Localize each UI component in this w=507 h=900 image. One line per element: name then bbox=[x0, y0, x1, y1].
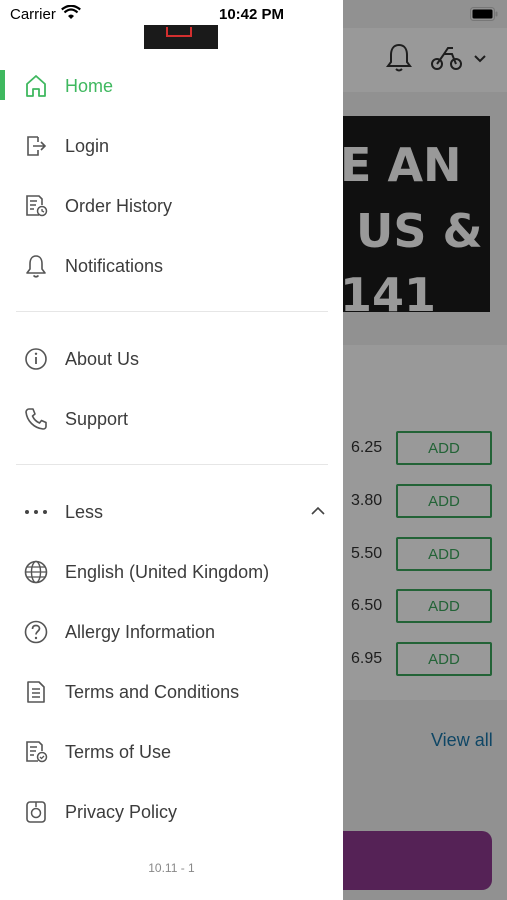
app-version: 10.11 - 1 bbox=[148, 861, 195, 875]
home-icon bbox=[22, 72, 50, 100]
menu-item-label: Home bbox=[65, 76, 114, 96]
menu-item-label: Privacy Policy bbox=[65, 802, 178, 822]
logo-mark-icon bbox=[166, 27, 192, 37]
phone-icon bbox=[22, 405, 50, 433]
bell-icon bbox=[22, 252, 50, 280]
menu-item-order-history[interactable]: Order History bbox=[0, 184, 343, 228]
order-history-icon bbox=[22, 192, 50, 220]
menu-item-privacy-policy[interactable]: Privacy Policy bbox=[0, 790, 343, 834]
menu-item-notifications[interactable]: Notifications bbox=[0, 244, 343, 288]
globe-icon bbox=[22, 558, 50, 586]
more-dots-icon bbox=[22, 498, 50, 526]
menu-item-label: English (United Kingdom) bbox=[65, 562, 270, 582]
menu-item-label: Support bbox=[65, 409, 129, 429]
menu-item-allergy-information[interactable]: Allergy Information bbox=[0, 610, 343, 654]
menu-item-label: Terms of Use bbox=[65, 742, 172, 762]
menu-item-label: Less bbox=[65, 502, 104, 522]
divider bbox=[16, 311, 328, 312]
login-icon bbox=[22, 132, 50, 160]
chevron-up-icon bbox=[309, 504, 327, 518]
menu-item-label: About Us bbox=[65, 349, 140, 369]
menu-item-label: Allergy Information bbox=[65, 622, 216, 642]
menu-item-terms-and-conditions[interactable]: Terms and Conditions bbox=[0, 670, 343, 714]
menu-item-label: Terms and Conditions bbox=[65, 682, 240, 702]
clock: 10:42 PM bbox=[219, 6, 285, 23]
document-icon bbox=[22, 678, 50, 706]
battery-icon bbox=[470, 7, 498, 21]
status-bar: Carrier 10:42 PM bbox=[0, 0, 507, 28]
menu-item-terms-of-use[interactable]: Terms of Use bbox=[0, 730, 343, 774]
navigation-drawer: Home Login Order History Notifications A… bbox=[0, 0, 343, 900]
menu-item-support[interactable]: Support bbox=[0, 397, 343, 441]
menu-item-about-us[interactable]: About Us bbox=[0, 337, 343, 381]
divider bbox=[16, 464, 328, 465]
menu-item-login[interactable]: Login bbox=[0, 124, 343, 168]
wifi-icon bbox=[61, 5, 81, 21]
menu-item-home[interactable]: Home bbox=[0, 64, 343, 108]
carrier-label: Carrier bbox=[10, 6, 56, 23]
document-check-icon bbox=[22, 738, 50, 766]
question-icon bbox=[22, 618, 50, 646]
menu-toggle-less[interactable]: Less bbox=[0, 490, 343, 534]
menu-item-label: Login bbox=[65, 136, 110, 156]
privacy-icon bbox=[22, 798, 50, 826]
brand-logo bbox=[144, 25, 218, 49]
menu-item-label: Notifications bbox=[65, 256, 164, 276]
menu-item-label: Order History bbox=[65, 196, 173, 216]
menu-item-language[interactable]: English (United Kingdom) bbox=[0, 550, 343, 594]
info-icon bbox=[22, 345, 50, 373]
